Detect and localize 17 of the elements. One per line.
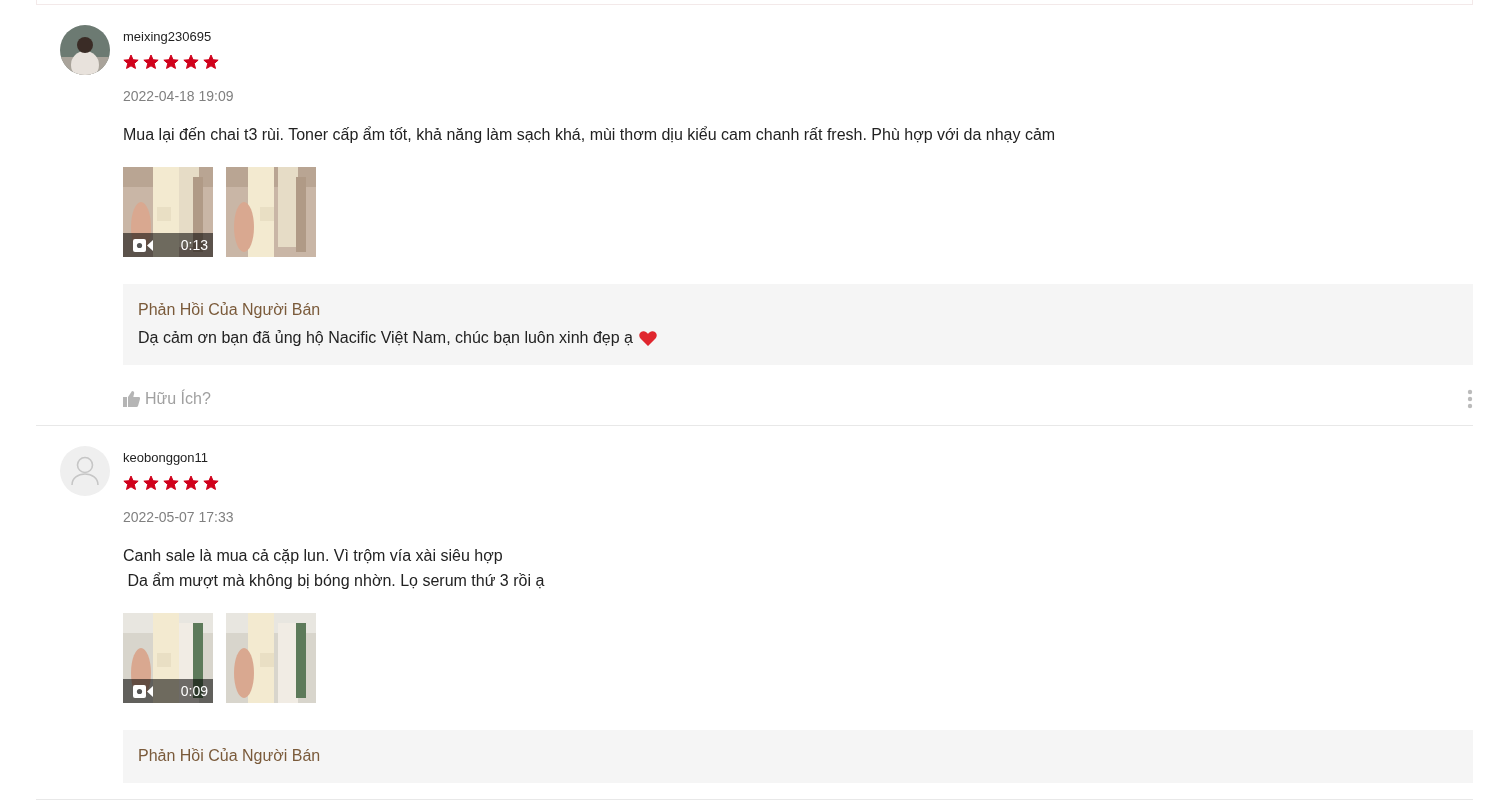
video-duration: 0:09 xyxy=(180,683,208,699)
review-date: 2022-05-07 17:33 xyxy=(123,509,235,525)
helpful-button[interactable]: Hữu Ích? xyxy=(123,390,211,408)
review-date: 2022-04-18 19:09 xyxy=(123,88,235,104)
seller-reply-text: Dạ cảm ơn bạn đã ủng hộ Nacific Việt Nam, chúc bạn luôn xinh đẹp ạ xyxy=(138,329,633,347)
thumbs-up-icon xyxy=(123,391,140,407)
username: meixing230695 xyxy=(123,29,213,44)
heart-icon xyxy=(638,330,657,346)
review-text: Canh sale là mua cả cặp lun. Vì trộm vía xài siêu hợp Da ẩm mượt mà không bị bóng nhờn. Lọ serum thứ 3 rồi ạ xyxy=(123,546,546,591)
seller-reply-title: Phản Hồi Của Người Bán xyxy=(138,747,322,765)
username: keobonggon11 xyxy=(123,450,210,465)
seller-reply-title: Phản Hồi Của Người Bán xyxy=(138,301,322,319)
person-icon xyxy=(71,456,99,486)
video-duration: 0:13 xyxy=(180,237,208,253)
video-camera-icon xyxy=(133,238,153,252)
review-text: Mua lại đến chai t3 rùi. Toner cấp ẩm tốt, khả năng làm sạch khá, mùi thơm dịu kiểu cam chanh rất fresh. Phù hợp với da nhạy cảm xyxy=(123,125,1057,145)
video-camera-icon xyxy=(133,684,153,698)
